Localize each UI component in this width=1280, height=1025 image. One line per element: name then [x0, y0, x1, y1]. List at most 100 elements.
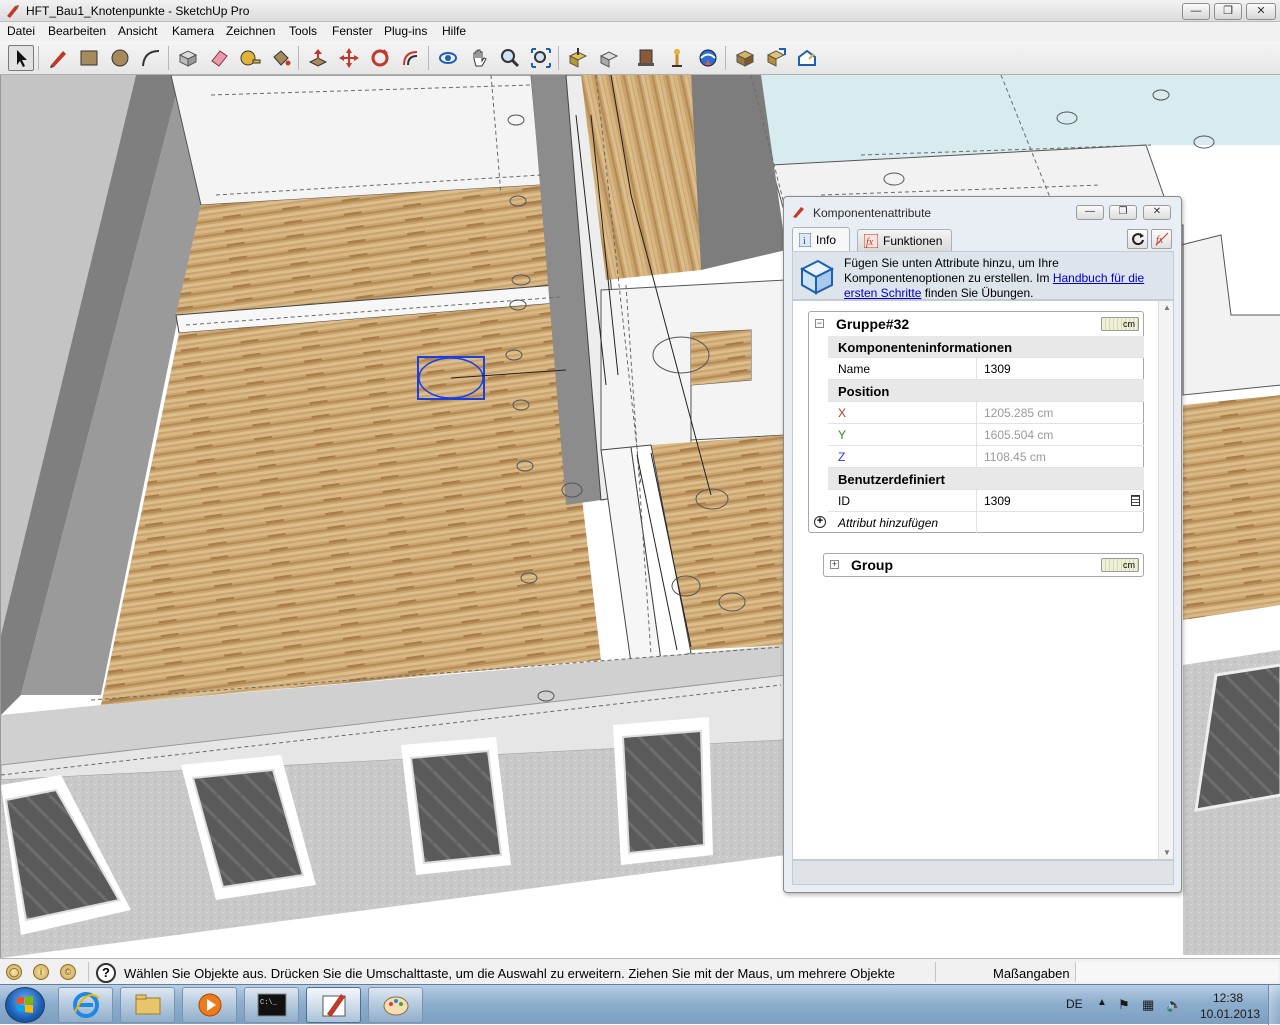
add-attribute-row[interactable]: + Attribut hinzufügen — [814, 512, 1144, 534]
svg-text:fx: fx — [866, 237, 874, 248]
extension-warehouse-icon — [699, 49, 717, 67]
refresh-icon — [1131, 233, 1144, 246]
close-button[interactable]: ✕ — [1246, 3, 1276, 20]
copyright-icon[interactable]: © — [60, 964, 76, 980]
dialog-scrollbar[interactable]: ▲ ▼ — [1158, 301, 1173, 859]
close-icon: ✕ — [1256, 5, 1266, 17]
toggle-formula-view-button[interactable]: fx — [1151, 229, 1172, 249]
get-models-tool[interactable] — [565, 45, 591, 71]
section-position: Position — [828, 380, 1144, 402]
push-pull-tool[interactable] — [305, 45, 331, 71]
clock-time[interactable]: 12:38 — [1213, 991, 1243, 1005]
dialog-maximize-button[interactable]: ❐ — [1109, 205, 1137, 220]
dialog-close-button[interactable]: ✕ — [1143, 205, 1171, 220]
rotate-tool[interactable] — [367, 45, 393, 71]
circle-tool[interactable] — [107, 45, 133, 71]
restore-button[interactable]: ❐ — [1214, 3, 1242, 20]
instructions-text-end: finden Sie Übungen. — [921, 286, 1034, 300]
x-label: X — [838, 406, 847, 420]
taskbar-media-player[interactable] — [182, 987, 237, 1023]
collapse-toggle[interactable]: − — [815, 319, 824, 328]
calculator-icon[interactable] — [1131, 495, 1140, 506]
eraser-tool[interactable] — [206, 45, 232, 71]
extension-warehouse-tool[interactable] — [695, 45, 721, 71]
pan-tool[interactable] — [466, 45, 492, 71]
zoom-tool[interactable] — [497, 45, 523, 71]
taskbar-file-explorer[interactable] — [120, 987, 175, 1023]
help-icon[interactable]: ? — [96, 963, 116, 983]
dialog-title-bar[interactable]: Komponentenattribute — ❐ ✕ — [784, 197, 1181, 227]
credits-icon[interactable]: i — [33, 964, 49, 980]
select-tool[interactable] — [8, 45, 34, 71]
add-location-tool[interactable] — [763, 45, 789, 71]
geo-location-icon[interactable]: ◯ — [6, 964, 22, 980]
menu-fenster[interactable]: Fenster — [332, 24, 373, 38]
scroll-up-icon[interactable]: ▲ — [1163, 303, 1171, 312]
taskbar-paint[interactable] — [368, 987, 423, 1023]
refresh-button[interactable] — [1127, 229, 1148, 249]
offset-tool[interactable] — [398, 45, 424, 71]
status-message: Wählen Sie Objekte aus. Drücken Sie die … — [124, 966, 895, 981]
make-component-tool[interactable] — [175, 45, 201, 71]
share-model-icon — [599, 51, 619, 68]
preview-google-earth-tool[interactable] — [732, 45, 758, 71]
pan-icon — [473, 49, 487, 67]
menu-kamera[interactable]: Kamera — [172, 24, 214, 38]
show-desktop-button[interactable] — [1268, 985, 1280, 1025]
menu-bearbeiten[interactable]: Bearbeiten — [48, 24, 106, 38]
measurements-input[interactable] — [1075, 962, 1278, 982]
minimize-icon: — — [1190, 5, 1202, 17]
add-attribute-icon[interactable]: + — [814, 516, 826, 528]
volume-muted-icon[interactable]: 🔈 — [1166, 997, 1182, 1013]
section-position-title: Position — [838, 384, 890, 399]
tab-info[interactable]: i Info — [792, 227, 850, 251]
share-component-tool[interactable] — [633, 45, 659, 71]
pencil-tool[interactable] — [45, 45, 71, 71]
paint-bucket-tool[interactable] — [268, 45, 294, 71]
orbit-tool[interactable] — [435, 45, 461, 71]
taskbar-internet-explorer[interactable] — [58, 987, 113, 1023]
tab-info-label: Info — [816, 232, 837, 247]
table-row-id[interactable]: ID 1309 — [828, 490, 1144, 512]
eraser-icon — [211, 50, 228, 67]
expand-toggle[interactable]: + — [830, 560, 839, 569]
name-value-field[interactable]: 1309 — [976, 358, 1144, 379]
menu-plugins[interactable]: Plug-ins — [384, 24, 427, 38]
menu-ansicht[interactable]: Ansicht — [118, 24, 157, 38]
menu-datei[interactable]: Datei — [7, 24, 35, 38]
clock-date[interactable]: 10.01.2013 — [1200, 1007, 1260, 1021]
show-hidden-icons-icon[interactable]: ▲ — [1097, 997, 1107, 1008]
network-icon[interactable]: ▦ — [1142, 997, 1154, 1013]
language-indicator[interactable]: DE — [1066, 997, 1083, 1011]
share-model-tool[interactable] — [596, 45, 622, 71]
maximize-icon: ❐ — [1118, 206, 1128, 217]
arc-tool[interactable] — [138, 45, 164, 71]
add-attribute-label[interactable]: Attribut hinzufügen — [838, 516, 938, 530]
action-center-flag-icon[interactable]: ⚑ — [1118, 997, 1130, 1013]
zoom-extents-tool[interactable] — [528, 45, 554, 71]
menu-zeichnen[interactable]: Zeichnen — [226, 24, 275, 38]
subgroup-units-badge[interactable]: cm — [1101, 558, 1139, 572]
status-bar: ◯ i © ? Wählen Sie Objekte aus. Drücken … — [0, 958, 1280, 984]
start-button[interactable] — [5, 987, 45, 1023]
tab-funktionen[interactable]: fx Funktionen — [857, 229, 952, 251]
menu-tools[interactable]: Tools — [289, 24, 317, 38]
component-attributes-dialog[interactable]: Komponentenattribute — ❐ ✕ i Info fx Fun… — [783, 196, 1182, 893]
attributes-panel[interactable]: − Gruppe#32 cm Komponenteninformationen … — [792, 300, 1174, 860]
move-tool[interactable] — [336, 45, 362, 71]
taskbar-sketchup[interactable] — [306, 987, 361, 1023]
photo-textures-tool[interactable] — [794, 45, 820, 71]
id-value-field[interactable]: 1309 — [976, 490, 1144, 511]
get-photo-texture-tool[interactable] — [664, 45, 690, 71]
scroll-down-icon[interactable]: ▼ — [1163, 848, 1171, 857]
menu-hilfe[interactable]: Hilfe — [442, 24, 466, 38]
units-badge[interactable]: cm — [1101, 317, 1139, 331]
table-row-name[interactable]: Name 1309 — [828, 358, 1144, 380]
dialog-minimize-button[interactable]: — — [1076, 205, 1104, 220]
internet-explorer-icon — [72, 992, 100, 1018]
formula-toggle-icon: fx — [1155, 232, 1168, 246]
minimize-button[interactable]: — — [1182, 3, 1210, 20]
tape-measure-tool[interactable] — [237, 45, 263, 71]
taskbar-command-prompt[interactable]: C:\_ — [244, 987, 299, 1023]
rectangle-tool[interactable] — [76, 45, 102, 71]
